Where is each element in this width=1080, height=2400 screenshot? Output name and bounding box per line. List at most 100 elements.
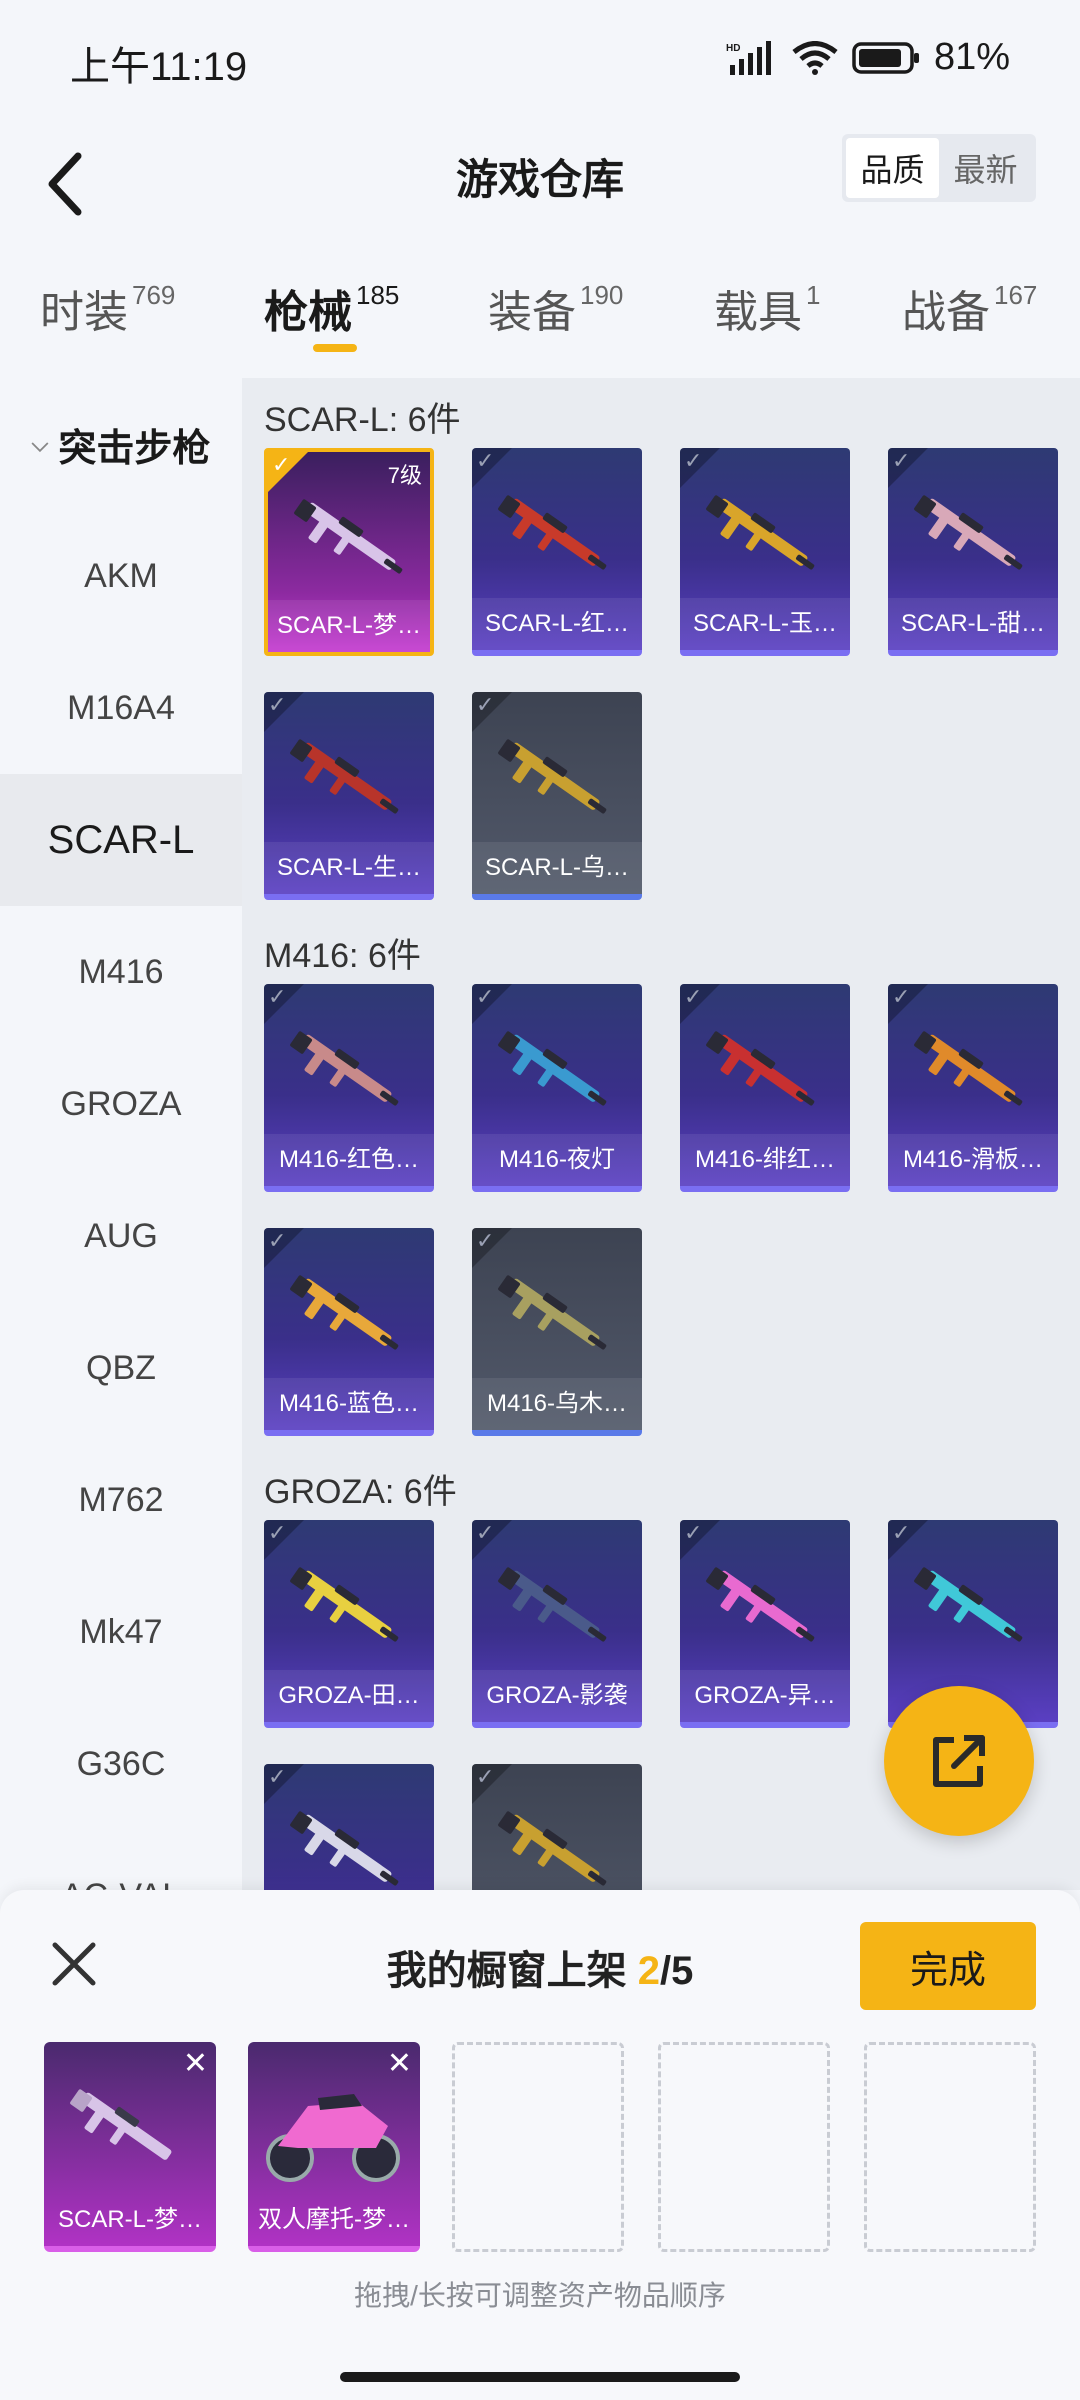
empty-slot[interactable] (864, 2042, 1036, 2252)
sidebar-item[interactable]: M762 (0, 1434, 242, 1566)
weapon-sidebar: ⌵ 突击步枪 AKM M16A4 SCAR-L M416 GROZA AUG QBZ M762… (0, 378, 242, 1890)
home-indicator[interactable] (340, 2372, 740, 2382)
weapon-image (706, 1567, 815, 1642)
section-title: GROZA: 6件 (264, 1473, 457, 1511)
check-icon: ✓ (684, 1520, 703, 1545)
weapon-card[interactable]: ✓ 7级 SCAR-L-梦… (264, 448, 434, 656)
check-icon: ✓ (476, 984, 495, 1009)
sidebar-item[interactable]: M416 (0, 906, 242, 1038)
sidebar-item[interactable]: AUG (0, 1170, 242, 1302)
showcase-sheet: 我的橱窗上架 2/5 完成 ✕ SCAR-L-梦… ✕ 双人摩托-梦… 拖拽/长… (0, 1890, 1080, 2400)
done-button[interactable]: 完成 (860, 1922, 1036, 2010)
check-icon: ✓ (268, 984, 287, 1009)
tab-label: 时装 (40, 288, 128, 337)
sidebar-item[interactable]: SCAR-L (0, 774, 242, 906)
tab-battle-gear[interactable]: 战备 167 (902, 276, 1037, 340)
check-icon: ✓ (268, 1520, 287, 1545)
sort-toggle: 品质 最新 (842, 134, 1036, 202)
weapon-image (290, 1811, 399, 1886)
reorder-hint: 拖拽/长按可调整资产物品顺序 (354, 2280, 726, 2311)
remove-icon[interactable]: ✕ (387, 2046, 412, 2081)
weapon-card[interactable]: ✓ M416-乌木… (472, 1228, 642, 1436)
weapon-image (498, 1811, 607, 1886)
check-icon: ✓ (268, 1228, 287, 1253)
sheet-count: 2 (637, 1949, 660, 1993)
weapon-card[interactable]: ✓ GROZA-田… (264, 1520, 434, 1728)
weapon-image (290, 1031, 399, 1106)
weapon-card[interactable]: ✓ SCAR-L-红… (472, 448, 642, 656)
weapon-card[interactable]: ✓ SCAR-L-生… (264, 692, 434, 900)
weapon-card[interactable]: ✓ M416-绯红… (680, 984, 850, 1192)
weapon-card[interactable]: ✓ M416-夜灯 (472, 984, 642, 1192)
status-time: 上午11:19 (70, 45, 248, 89)
sidebar-item[interactable]: AC-VAL (0, 1830, 242, 1891)
weapon-card[interactable]: ✓ M416-滑板… (888, 984, 1058, 1192)
tab-equipment[interactable]: 装备 190 (488, 276, 623, 340)
check-icon: ✓ (476, 692, 495, 717)
weapon-name: SCAR-L-生… (264, 842, 434, 894)
weapon-image (290, 739, 399, 814)
weapon-image (294, 499, 403, 574)
weapon-name: SCAR-L-红… (472, 598, 642, 650)
weapon-image (498, 1567, 607, 1642)
check-icon: ✓ (476, 448, 495, 473)
slot-name: 双人摩托-梦… (258, 2206, 410, 2233)
weapon-image (290, 1567, 399, 1642)
tab-fashion[interactable]: 时装 769 (40, 276, 175, 340)
weapon-name: M416-红色… (264, 1134, 434, 1186)
remove-icon[interactable]: ✕ (183, 2046, 208, 2081)
battery-percent: 81% (933, 36, 1010, 78)
sidebar-item[interactable]: AKM (0, 510, 242, 642)
share-icon (933, 1735, 985, 1787)
level-badge: 7级 (387, 463, 422, 488)
status-bar: 上午11:19 HD 81% (0, 0, 1080, 120)
sort-quality-button[interactable]: 品质 (846, 138, 939, 198)
weapon-image (70, 2089, 172, 2160)
sheet-total: /5 (660, 1949, 694, 1993)
check-icon: ✓ (268, 1764, 287, 1789)
weapon-name: SCAR-L-玉… (680, 598, 850, 650)
check-icon: ✓ (684, 984, 703, 1009)
sidebar-item[interactable]: M16A4 (0, 642, 242, 774)
empty-slot[interactable] (658, 2042, 830, 2252)
sidebar-item[interactable]: GROZA (0, 1038, 242, 1170)
tab-label: 载具 (714, 288, 802, 337)
weapon-card[interactable]: ✓ SCAR-L-乌… (472, 692, 642, 900)
weapon-card[interactable]: ✓ GROZA-影袭 (472, 1520, 642, 1728)
weapon-image (498, 739, 607, 814)
check-icon: ✓ (684, 448, 703, 473)
weapon-image (914, 1567, 1023, 1642)
weapon-card[interactable]: ✓ M416-红色… (264, 984, 434, 1192)
weapon-image (914, 1031, 1023, 1106)
tab-count: 167 (994, 280, 1038, 310)
sort-latest-button[interactable]: 最新 (939, 138, 1032, 198)
weapon-card[interactable]: ✓ SCAR-L-玉… (680, 448, 850, 656)
weapon-name: SCAR-L-乌… (472, 842, 642, 894)
weapon-name: SCAR-L-甜… (888, 598, 1058, 650)
tab-vehicles[interactable]: 载具 1 (714, 276, 820, 340)
weapon-card[interactable]: ✓ (472, 1764, 642, 1890)
empty-slot[interactable] (452, 2042, 624, 2252)
weapon-name: M416-蓝色… (264, 1378, 434, 1430)
weapon-card[interactable]: ✓ (264, 1764, 434, 1890)
weapon-card[interactable]: ✓ GROZA-异… (680, 1520, 850, 1728)
sidebar-group-assault-rifles[interactable]: ⌵ 突击步枪 (0, 378, 242, 510)
showcase-slot[interactable]: ✕ 双人摩托-梦… (248, 2042, 420, 2252)
weapon-card[interactable]: ✓ SCAR-L-甜… (888, 448, 1058, 656)
sidebar-item[interactable]: G36C (0, 1698, 242, 1830)
share-button[interactable] (884, 1686, 1034, 1836)
section-title: SCAR-L: 6件 (264, 401, 461, 439)
sheet-title-text: 我的橱窗上架 (386, 1949, 638, 1993)
category-tabs: 时装 769 枪械 185 装备 190 载具 1 战备 167 (0, 270, 1080, 370)
showcase-slot[interactable]: ✕ SCAR-L-梦… (44, 2042, 216, 2252)
tab-label: 战备 (902, 288, 990, 337)
check-icon: ✓ (268, 692, 287, 717)
sidebar-item[interactable]: QBZ (0, 1302, 242, 1434)
weapon-name: SCAR-L-梦… (268, 600, 430, 652)
weapon-card[interactable]: ✓ M416-蓝色… (264, 1228, 434, 1436)
weapon-name: M416-绯红… (680, 1134, 850, 1186)
slot-name: SCAR-L-梦… (57, 2206, 202, 2233)
tab-guns[interactable]: 枪械 185 (264, 276, 399, 340)
svg-text:HD: HD (726, 43, 740, 54)
sidebar-item[interactable]: Mk47 (0, 1566, 242, 1698)
